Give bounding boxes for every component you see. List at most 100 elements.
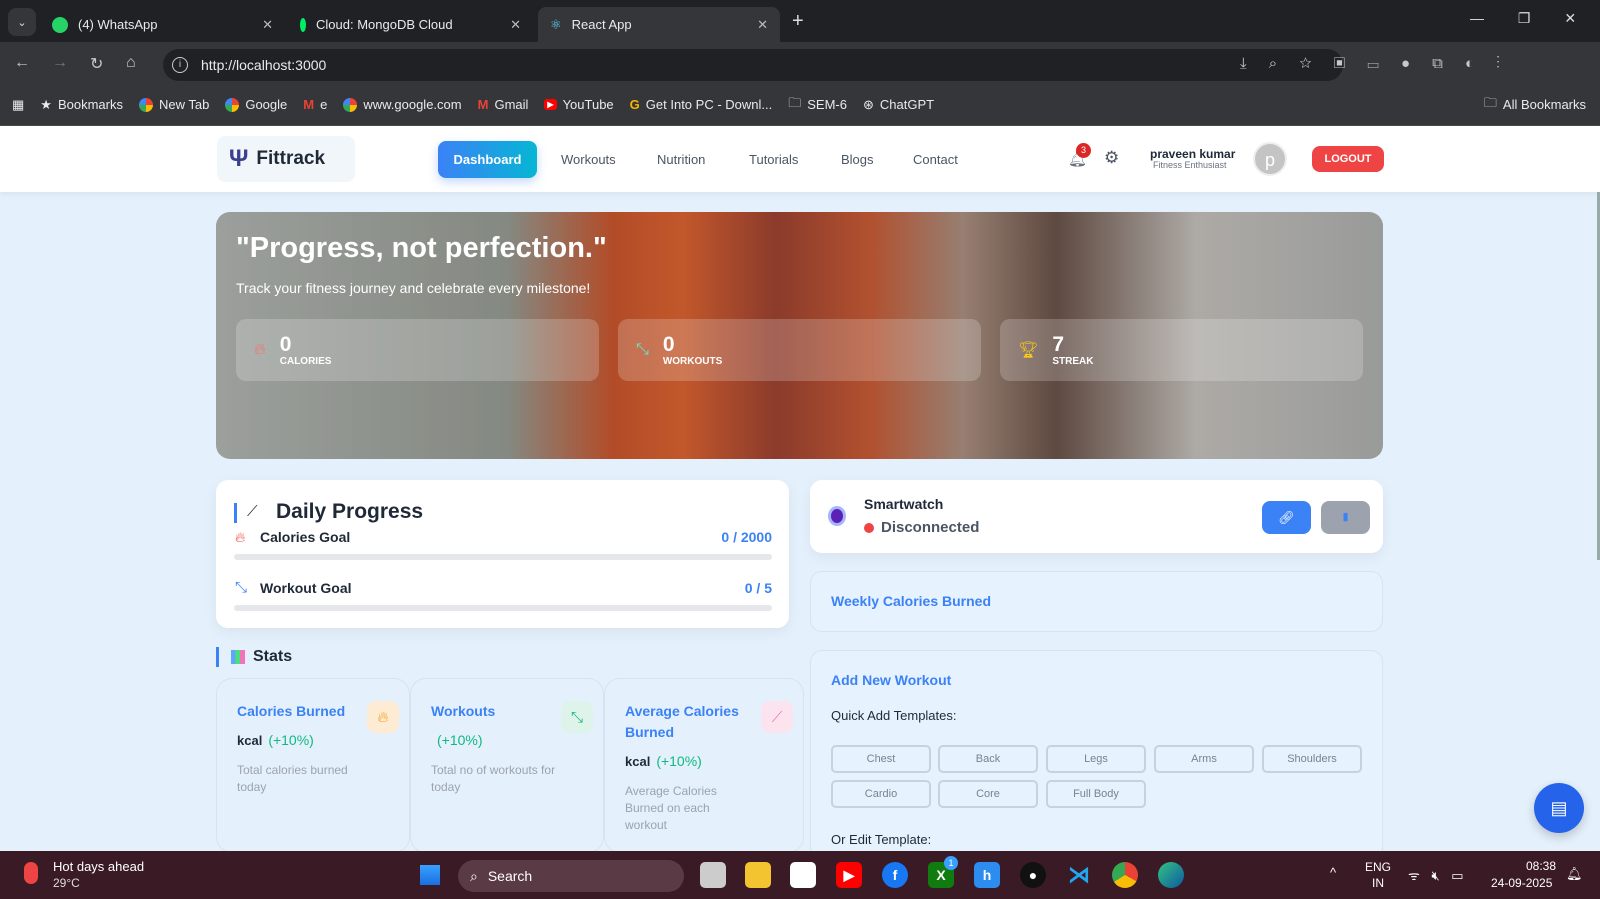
hero-quote: "Progress, not perfection." <box>236 232 607 264</box>
logout-button[interactable]: LOGOUT <box>1312 146 1384 172</box>
task-view-icon[interactable] <box>700 862 726 888</box>
template-core[interactable]: Core <box>938 780 1038 808</box>
nav-blogs[interactable]: Blogs <box>825 141 890 178</box>
template-shoulders[interactable]: Shoulders <box>1262 745 1362 773</box>
quick-add-label: Quick Add Templates: <box>831 708 957 723</box>
apps-icon[interactable]: ▦ <box>12 97 24 113</box>
home-icon[interactable]: ⌂ <box>126 54 136 72</box>
tray-icons[interactable]: ᯤ 🔇︎ ▭ <box>1408 866 1464 884</box>
add-workout-title: Add New Workout <box>831 672 952 688</box>
bookmark-item[interactable]: G Get Into PC - Downl... <box>630 97 773 112</box>
back-icon[interactable]: ← <box>14 54 30 72</box>
dumbbell-icon: ⤡ <box>235 579 248 596</box>
browser-extension-icons[interactable]: ⤓ ⌕ ☆ ▣ ▭ ● ⧉ ◐ ⋮ <box>1240 55 1500 72</box>
calories-progress-bar <box>234 554 772 560</box>
nav-tutorials[interactable]: Tutorials <box>733 141 814 178</box>
tab-react-app[interactable]: ⚛ React App ✕ <box>538 7 780 42</box>
template-full-body[interactable]: Full Body <box>1046 780 1146 808</box>
facebook-icon[interactable]: f <box>882 862 908 888</box>
github-icon[interactable]: ● <box>1020 862 1046 888</box>
template-chest[interactable]: Chest <box>831 745 931 773</box>
react-icon: ⚛ <box>550 16 562 32</box>
user-name: praveen kumar <box>1150 147 1236 161</box>
avatar[interactable]: p <box>1253 142 1287 176</box>
notification-badge: 3 <box>1076 143 1091 158</box>
taskbar-search[interactable]: ⌕ Search <box>458 860 684 892</box>
site-info-icon[interactable]: i <box>172 57 188 73</box>
mongodb-leaf-icon <box>300 17 306 32</box>
close-tab-icon[interactable]: ✕ <box>757 17 768 33</box>
sync-button[interactable]: ▮ <box>1321 501 1370 534</box>
workout-progress-bar <box>234 605 772 611</box>
fitness-logo-icon: Ψ <box>229 145 249 172</box>
nav-workouts[interactable]: Workouts <box>545 141 632 178</box>
bookmark-item[interactable]: M Gmail <box>478 97 529 112</box>
nav-dashboard[interactable]: Dashboard <box>438 141 537 178</box>
forward-icon[interactable]: → <box>52 54 68 72</box>
weather-title[interactable]: Hot days ahead <box>53 859 144 874</box>
new-tab-button[interactable]: + <box>792 10 804 33</box>
reload-icon[interactable]: ↻ <box>90 54 103 74</box>
bookmark-item[interactable]: Me <box>303 97 327 112</box>
bookmark-item[interactable]: 🗀 SEM-6 <box>788 94 847 116</box>
template-legs[interactable]: Legs <box>1046 745 1146 773</box>
hero-stat-calories: 🔥︎ 0 CALORIES <box>236 319 599 381</box>
hackerrank-icon[interactable]: h <box>974 862 1000 888</box>
fire-icon: 🔥︎ <box>235 529 246 545</box>
weekly-calories-title: Weekly Calories Burned <box>831 593 992 609</box>
address-bar[interactable]: http://localhost:3000 <box>163 49 1343 81</box>
settings-gear-icon[interactable]: ⚙ <box>1104 148 1119 168</box>
all-bookmarks[interactable]: 🗀 All Bookmarks <box>1484 94 1586 116</box>
template-back[interactable]: Back <box>938 745 1038 773</box>
chrome-icon[interactable] <box>1112 862 1138 888</box>
template-cardio[interactable]: Cardio <box>831 780 931 808</box>
tab-search-button[interactable]: ⌄ <box>8 8 36 36</box>
dumbbell-icon: ⤡ <box>561 701 593 733</box>
calories-goal-label: Calories Goal <box>260 529 351 545</box>
edit-template-label: Or Edit Template: <box>831 832 932 847</box>
vscode-icon[interactable]: ⋊ <box>1066 862 1092 888</box>
whatsapp-icon <box>52 16 68 33</box>
file-explorer-icon[interactable] <box>745 862 771 888</box>
close-tab-icon[interactable]: ✕ <box>262 17 273 33</box>
edge-icon[interactable] <box>1158 862 1184 888</box>
weather-temp: 29°C <box>53 876 80 890</box>
section-accent <box>216 647 219 667</box>
notification-center-icon[interactable]: 🔔︎ <box>1566 866 1583 882</box>
bookmark-item[interactable]: New Tab <box>138 97 209 112</box>
tray-chevron-icon[interactable]: ^ <box>1330 865 1336 880</box>
tab-whatsapp[interactable]: (4) WhatsApp ✕ <box>40 7 285 42</box>
bookmark-item[interactable]: www.google.com <box>343 97 462 112</box>
brand-logo[interactable]: Ψ Fittrack <box>217 136 355 182</box>
clock-date[interactable]: 24-09-2025 <box>1491 876 1552 890</box>
language-indicator[interactable]: ENG IN <box>1365 859 1391 891</box>
nav-nutrition[interactable]: Nutrition <box>641 141 721 178</box>
youtube-icon[interactable]: ▶ <box>836 862 862 888</box>
close-tab-icon[interactable]: ✕ <box>510 17 521 33</box>
clock-time[interactable]: 08:38 <box>1526 859 1556 873</box>
nav-contact[interactable]: Contact <box>897 141 974 178</box>
fire-icon: 🔥︎ <box>254 341 266 358</box>
connect-link-button[interactable]: 🔗︎ <box>1262 501 1311 534</box>
trend-icon: ⟋ <box>247 503 258 520</box>
bar-chart-icon <box>231 650 245 664</box>
stat-card-calories: Calories Burned kcal (+10%) Total calories … <box>216 678 410 853</box>
bookmark-item[interactable]: Google <box>225 97 287 112</box>
hero-stat-streak: 🏆︎ 7 STREAK <box>1000 319 1363 381</box>
trophy-icon: 🏆︎ <box>1018 342 1039 359</box>
xbox-badge: 1 <box>944 856 958 870</box>
chat-button[interactable]: ▤ <box>1534 783 1584 833</box>
hero-stat-workouts: ⤡ 0 WORKOUTS <box>618 319 981 381</box>
search-icon: ⌕ <box>470 867 478 884</box>
store-icon[interactable] <box>790 862 816 888</box>
tab-mongodb[interactable]: Cloud: MongoDB Cloud ✕ <box>288 7 533 42</box>
stat-card-workouts: Workouts (+10%) Total no of workouts for t… <box>410 678 604 853</box>
status-dot <box>864 523 874 533</box>
window-controls[interactable]: — ❐ ✕ <box>1470 10 1576 27</box>
bookmark-item[interactable]: ⊛ ChatGPT <box>863 97 934 113</box>
bookmark-item[interactable]: ★ Bookmarks <box>40 97 123 113</box>
template-arms[interactable]: Arms <box>1154 745 1254 773</box>
weather-icon <box>24 862 38 884</box>
bookmark-item[interactable]: ▶ YouTube <box>544 97 614 112</box>
start-button[interactable] <box>418 863 442 887</box>
